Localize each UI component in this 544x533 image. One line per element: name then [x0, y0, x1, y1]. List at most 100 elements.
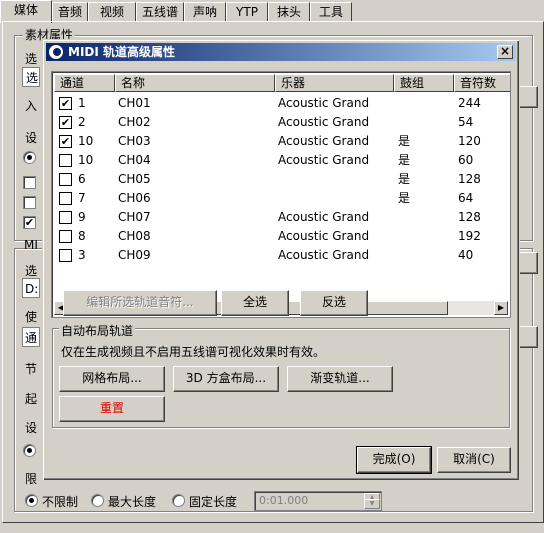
cell-notes: 120 — [458, 134, 481, 148]
table-row[interactable]: 9 CH07 Acoustic Grand 128 — [54, 208, 508, 227]
app-logo-icon — [49, 45, 63, 59]
bg-channel-field[interactable]: 通 — [22, 327, 40, 347]
cell-instrument: Acoustic Grand — [278, 96, 370, 110]
tab-staff[interactable]: 五线谱 — [136, 2, 184, 22]
radio-fixed-length-label: 固定长度 — [189, 495, 238, 509]
track-checkbox[interactable] — [59, 192, 72, 205]
bg-side-button[interactable] — [518, 326, 538, 348]
bg-side-button[interactable] — [518, 86, 538, 108]
radio-max-length[interactable] — [91, 494, 104, 507]
track-checkbox[interactable] — [59, 154, 72, 167]
cell-instrument: Acoustic Grand — [278, 229, 370, 243]
cell-channel: 10 — [78, 153, 94, 167]
scroll-right-icon[interactable]: ▶ — [494, 301, 508, 315]
cell-channel: 1 — [78, 96, 86, 110]
bg-side-button[interactable] — [518, 252, 538, 274]
cell-channel: 2 — [78, 115, 86, 129]
table-row[interactable]: ✔ 10 CH03 Acoustic Grand 是 120 — [54, 132, 508, 151]
ok-button[interactable]: 完成(O) — [356, 446, 432, 474]
cell-channel: 3 — [78, 248, 86, 262]
table-row[interactable]: 10 CH04 Acoustic Grand 是 60 — [54, 151, 508, 170]
column-header-notes[interactable]: 音符数 — [454, 74, 510, 92]
radio-no-limit[interactable] — [25, 494, 38, 507]
select-all-button[interactable]: 全选 — [221, 290, 289, 316]
invert-selection-button[interactable]: 反选 — [300, 290, 368, 316]
table-row[interactable]: 7 CH06 是 64 — [54, 189, 508, 208]
close-icon[interactable]: × — [497, 45, 513, 59]
cell-name: CH07 — [118, 210, 151, 224]
tab-bar: 媒体 音频 视频 五线谱 声呐 YTP 抹头 工具 — [0, 0, 544, 23]
reset-button[interactable]: 重置 — [59, 396, 165, 422]
auto-layout-title: 自动布局轨道 — [59, 322, 136, 339]
radio-fixed-length[interactable] — [172, 494, 185, 507]
dialog-titlebar: MIDI 轨道高级属性 × — [46, 43, 516, 61]
tab-sonar[interactable]: 声呐 — [184, 2, 226, 22]
track-checkbox[interactable] — [59, 249, 72, 262]
table-row[interactable]: 3 CH09 Acoustic Grand 40 — [54, 246, 508, 265]
bg-label: 起 — [25, 392, 38, 406]
grid-layout-button[interactable]: 网格布局... — [59, 366, 165, 392]
cell-name: CH03 — [118, 134, 151, 148]
column-header-drum[interactable]: 鼓组 — [394, 74, 454, 92]
bg-label: 设 — [25, 421, 38, 435]
cell-channel: 10 — [78, 134, 94, 148]
track-checkbox[interactable] — [59, 230, 72, 243]
auto-layout-description: 仅在生成视频且不启用五线谱可视化效果时有效。 — [61, 345, 326, 359]
radio-no-limit-label: 不限制 — [42, 495, 79, 509]
tab-video[interactable]: 视频 — [88, 2, 136, 22]
tab-trim[interactable]: 抹头 — [268, 2, 310, 22]
cell-instrument: Acoustic Grand — [278, 153, 370, 167]
tab-audio[interactable]: 音频 — [52, 2, 88, 22]
column-header-channel[interactable]: 通道 — [54, 74, 115, 92]
table-row[interactable]: ✔ 2 CH02 Acoustic Grand 54 — [54, 113, 508, 132]
track-checkbox[interactable]: ✔ — [59, 135, 72, 148]
cell-notes: 128 — [458, 172, 481, 186]
tab-media[interactable]: 媒体 — [0, 0, 52, 23]
bg-checkbox[interactable] — [23, 176, 36, 189]
bg-radio[interactable] — [23, 444, 36, 457]
bg-label: MI — [24, 238, 38, 252]
track-checkbox[interactable] — [59, 173, 72, 186]
cancel-button[interactable]: 取消(C) — [437, 447, 511, 473]
cell-name: CH01 — [118, 96, 151, 110]
fixed-length-stepper[interactable]: 0:01.000 ▲ ▼ — [254, 491, 382, 511]
gradient-tracks-button[interactable]: 渐变轨道... — [287, 366, 393, 392]
cell-instrument: Acoustic Grand — [278, 115, 370, 129]
tab-tools[interactable]: 工具 — [310, 2, 352, 22]
bg-radio[interactable] — [23, 151, 36, 164]
track-checkbox[interactable] — [59, 211, 72, 224]
track-list[interactable]: 通道 名称 乐器 鼓组 音符数 ✔ 1 CH01 Acoustic Grand 244 ✔… — [51, 71, 511, 318]
dialog-title: MIDI 轨道高级属性 — [68, 45, 176, 59]
table-row[interactable]: 6 CH05 是 128 — [54, 170, 508, 189]
bg-checkbox[interactable] — [23, 196, 36, 209]
bg-label: 入 — [25, 99, 38, 113]
track-checkbox[interactable]: ✔ — [59, 116, 72, 129]
box3d-layout-button[interactable]: 3D 方盒布局... — [173, 366, 279, 392]
edit-notes-button[interactable]: 编辑所选轨道音符... — [63, 290, 217, 316]
bg-path-field[interactable]: D: — [22, 278, 40, 298]
column-header-name[interactable]: 名称 — [115, 74, 275, 92]
cell-channel: 6 — [78, 172, 86, 186]
table-row[interactable]: 8 CH08 Acoustic Grand 192 — [54, 227, 508, 246]
cell-notes: 192 — [458, 229, 481, 243]
bg-label: 节 — [25, 362, 38, 376]
bg-checkbox[interactable]: ✔ — [23, 216, 36, 229]
bg-label: 选 — [25, 52, 38, 66]
cell-notes: 64 — [458, 191, 474, 205]
limit-label: 限 — [25, 472, 38, 486]
track-checkbox[interactable]: ✔ — [59, 97, 72, 110]
cell-name: CH04 — [118, 153, 151, 167]
cell-drum: 是 — [398, 134, 411, 148]
cell-name: CH06 — [118, 191, 151, 205]
cell-name: CH09 — [118, 248, 151, 262]
bg-select-field[interactable]: 选 — [22, 67, 40, 87]
cell-drum: 是 — [398, 153, 411, 167]
cell-notes: 244 — [458, 96, 481, 110]
table-row[interactable]: ✔ 1 CH01 Acoustic Grand 244 — [54, 94, 508, 113]
stepper-down-icon[interactable]: ▼ — [364, 499, 380, 509]
bg-label: 设 — [25, 131, 38, 145]
cell-channel: 9 — [78, 210, 86, 224]
column-header-instrument[interactable]: 乐器 — [275, 74, 394, 92]
cell-drum: 是 — [398, 172, 411, 186]
tab-ytp[interactable]: YTP — [226, 2, 268, 22]
